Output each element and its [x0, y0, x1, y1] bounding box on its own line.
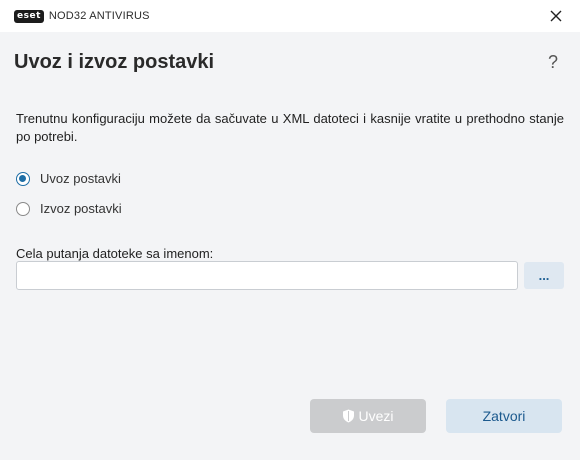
close-icon [550, 10, 562, 22]
import-button[interactable]: Uvezi [310, 399, 426, 433]
browse-button[interactable]: ... [524, 262, 564, 289]
shield-icon [342, 409, 355, 423]
path-field-label: Cela putanja datoteke sa imenom: [16, 246, 214, 261]
page-title: Uvoz i izvoz postavki [14, 51, 215, 73]
product-name: NOD32 ANTIVIRUS [48, 10, 150, 22]
radio-label-import: Uvoz postavki [40, 171, 121, 186]
radio-button-checked[interactable] [16, 171, 30, 186]
dialog-content: Uvoz i izvoz postavki ? Trenutnu konfigu… [0, 32, 580, 460]
radio-import-settings[interactable]: Uvoz postavki [16, 171, 121, 186]
file-path-input[interactable] [16, 261, 518, 290]
import-button-label: Uvezi [358, 408, 394, 424]
brand: eset NOD32 ANTIVIRUS [14, 9, 150, 23]
radio-export-settings[interactable]: Izvoz postavki [16, 201, 122, 216]
eset-logo: eset [14, 9, 44, 23]
description-text: Trenutnu konfiguraciju možete da sačuvat… [16, 111, 564, 144]
close-button[interactable]: Zatvori [446, 399, 562, 433]
close-button-label: Zatvori [482, 408, 526, 424]
radio-button-unchecked[interactable] [16, 201, 30, 216]
help-button[interactable]: ? [548, 52, 558, 73]
close-window-button[interactable] [544, 4, 568, 28]
title-bar: eset NOD32 ANTIVIRUS [0, 0, 580, 32]
radio-label-export: Izvoz postavki [40, 201, 122, 216]
